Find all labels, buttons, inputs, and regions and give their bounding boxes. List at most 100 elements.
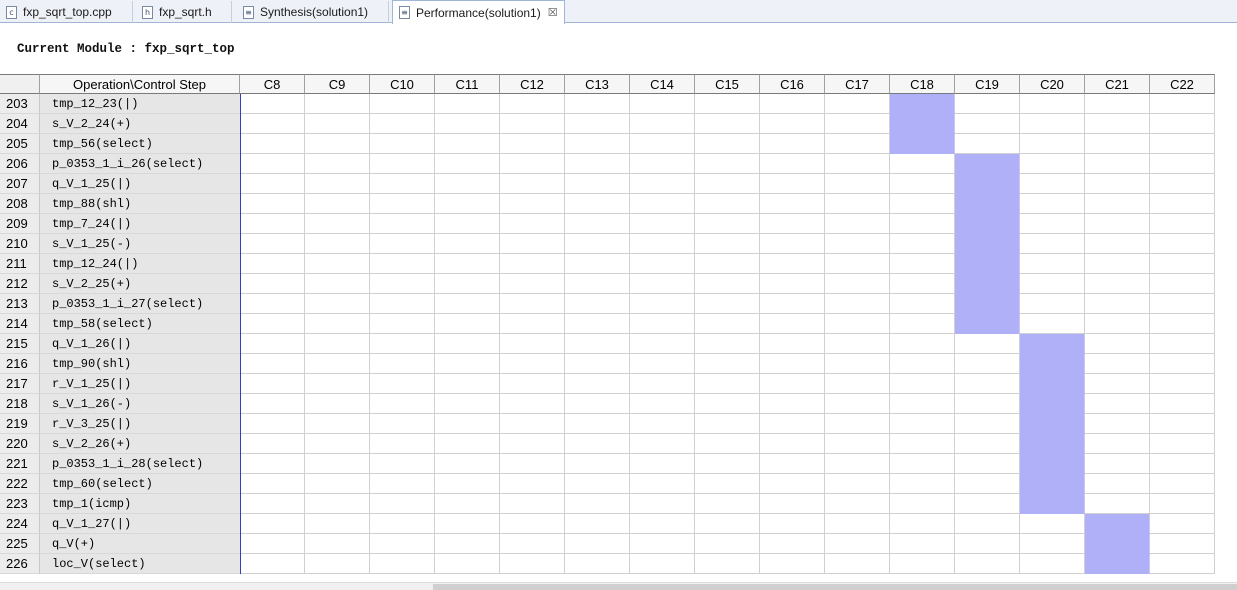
schedule-cell[interactable] bbox=[565, 214, 630, 234]
schedule-cell[interactable] bbox=[760, 354, 825, 374]
schedule-cell[interactable] bbox=[500, 554, 565, 574]
schedule-cell[interactable] bbox=[305, 434, 370, 454]
schedule-cell[interactable] bbox=[825, 434, 890, 454]
table-row[interactable]: 217 r_V_1_25(|) bbox=[0, 374, 1215, 394]
schedule-cell[interactable] bbox=[695, 434, 760, 454]
schedule-cell[interactable] bbox=[955, 454, 1020, 474]
schedule-cell[interactable] bbox=[435, 214, 500, 234]
schedule-cell[interactable] bbox=[1085, 254, 1150, 274]
schedule-cell[interactable] bbox=[500, 534, 565, 554]
schedule-cell[interactable] bbox=[695, 514, 760, 534]
schedule-cell[interactable] bbox=[890, 294, 955, 314]
schedule-cell[interactable] bbox=[435, 374, 500, 394]
schedule-cell[interactable] bbox=[565, 94, 630, 114]
schedule-cell[interactable] bbox=[565, 494, 630, 514]
schedule-cell[interactable] bbox=[890, 554, 955, 574]
schedule-cell[interactable] bbox=[695, 254, 760, 274]
schedule-cell[interactable] bbox=[890, 234, 955, 254]
schedule-cell[interactable] bbox=[695, 174, 760, 194]
schedule-cell[interactable] bbox=[305, 394, 370, 414]
schedule-cell[interactable] bbox=[305, 174, 370, 194]
schedule-cell[interactable] bbox=[630, 334, 695, 354]
schedule-cell[interactable] bbox=[1150, 334, 1215, 354]
schedule-cell[interactable] bbox=[825, 254, 890, 274]
scheduled-cell[interactable] bbox=[955, 174, 1020, 194]
scrollbar-thumb[interactable] bbox=[433, 584, 1237, 590]
schedule-cell[interactable] bbox=[435, 334, 500, 354]
schedule-cell[interactable] bbox=[825, 474, 890, 494]
schedule-cell[interactable] bbox=[1085, 474, 1150, 494]
schedule-cell[interactable] bbox=[1085, 434, 1150, 454]
schedule-cell[interactable] bbox=[955, 554, 1020, 574]
schedule-cell[interactable] bbox=[435, 134, 500, 154]
schedule-cell[interactable] bbox=[825, 274, 890, 294]
table-row[interactable]: 208 tmp_88(shl) bbox=[0, 194, 1215, 214]
schedule-cell[interactable] bbox=[630, 254, 695, 274]
schedule-cell[interactable] bbox=[1020, 114, 1085, 134]
scheduled-cell[interactable] bbox=[955, 234, 1020, 254]
schedule-cell[interactable] bbox=[1020, 194, 1085, 214]
schedule-cell[interactable] bbox=[370, 414, 435, 434]
schedule-cell[interactable] bbox=[955, 494, 1020, 514]
schedule-cell[interactable] bbox=[695, 374, 760, 394]
schedule-cell[interactable] bbox=[1150, 214, 1215, 234]
schedule-cell[interactable] bbox=[500, 214, 565, 234]
schedule-cell[interactable] bbox=[825, 554, 890, 574]
schedule-cell[interactable] bbox=[240, 174, 305, 194]
schedule-cell[interactable] bbox=[890, 354, 955, 374]
schedule-cell[interactable] bbox=[890, 394, 955, 414]
schedule-cell[interactable] bbox=[435, 274, 500, 294]
schedule-cell[interactable] bbox=[1150, 174, 1215, 194]
schedule-cell[interactable] bbox=[955, 394, 1020, 414]
schedule-cell[interactable] bbox=[500, 254, 565, 274]
table-row[interactable]: 210 s_V_1_25(-) bbox=[0, 234, 1215, 254]
schedule-cell[interactable] bbox=[760, 194, 825, 214]
schedule-cell[interactable] bbox=[240, 374, 305, 394]
schedule-cell[interactable] bbox=[1020, 554, 1085, 574]
scheduled-cell[interactable] bbox=[955, 214, 1020, 234]
schedule-cell[interactable] bbox=[695, 154, 760, 174]
schedule-cell[interactable] bbox=[370, 534, 435, 554]
schedule-cell[interactable] bbox=[1085, 314, 1150, 334]
schedule-cell[interactable] bbox=[240, 494, 305, 514]
schedule-cell[interactable] bbox=[955, 94, 1020, 114]
schedule-cell[interactable] bbox=[240, 254, 305, 274]
schedule-cell[interactable] bbox=[240, 314, 305, 334]
schedule-cell[interactable] bbox=[1020, 94, 1085, 114]
schedule-cell[interactable] bbox=[500, 454, 565, 474]
schedule-cell[interactable] bbox=[500, 134, 565, 154]
schedule-cell[interactable] bbox=[305, 94, 370, 114]
table-row[interactable]: 220 s_V_2_26(+) bbox=[0, 434, 1215, 454]
schedule-cell[interactable] bbox=[565, 534, 630, 554]
schedule-cell[interactable] bbox=[630, 454, 695, 474]
table-row[interactable]: 218 s_V_1_26(-) bbox=[0, 394, 1215, 414]
schedule-cell[interactable] bbox=[1085, 234, 1150, 254]
schedule-cell[interactable] bbox=[760, 94, 825, 114]
scheduled-cell[interactable] bbox=[955, 274, 1020, 294]
schedule-cell[interactable] bbox=[1020, 514, 1085, 534]
schedule-cell[interactable] bbox=[305, 474, 370, 494]
schedule-cell[interactable] bbox=[1150, 534, 1215, 554]
schedule-cell[interactable] bbox=[435, 174, 500, 194]
schedule-cell[interactable] bbox=[305, 214, 370, 234]
schedule-cell[interactable] bbox=[1150, 374, 1215, 394]
schedule-cell[interactable] bbox=[565, 194, 630, 214]
schedule-cell[interactable] bbox=[370, 214, 435, 234]
schedule-cell[interactable] bbox=[955, 474, 1020, 494]
schedule-cell[interactable] bbox=[305, 494, 370, 514]
scheduled-cell[interactable] bbox=[1020, 334, 1085, 354]
schedule-cell[interactable] bbox=[695, 294, 760, 314]
schedule-cell[interactable] bbox=[500, 94, 565, 114]
schedule-cell[interactable] bbox=[500, 174, 565, 194]
schedule-cell[interactable] bbox=[1150, 294, 1215, 314]
schedule-cell[interactable] bbox=[305, 354, 370, 374]
schedule-cell[interactable] bbox=[370, 114, 435, 134]
schedule-cell[interactable] bbox=[695, 474, 760, 494]
schedule-cell[interactable] bbox=[435, 294, 500, 314]
schedule-cell[interactable] bbox=[565, 474, 630, 494]
schedule-cell[interactable] bbox=[305, 134, 370, 154]
schedule-cell[interactable] bbox=[1020, 134, 1085, 154]
schedule-cell[interactable] bbox=[630, 534, 695, 554]
schedule-cell[interactable] bbox=[760, 154, 825, 174]
scheduled-cell[interactable] bbox=[1085, 534, 1150, 554]
